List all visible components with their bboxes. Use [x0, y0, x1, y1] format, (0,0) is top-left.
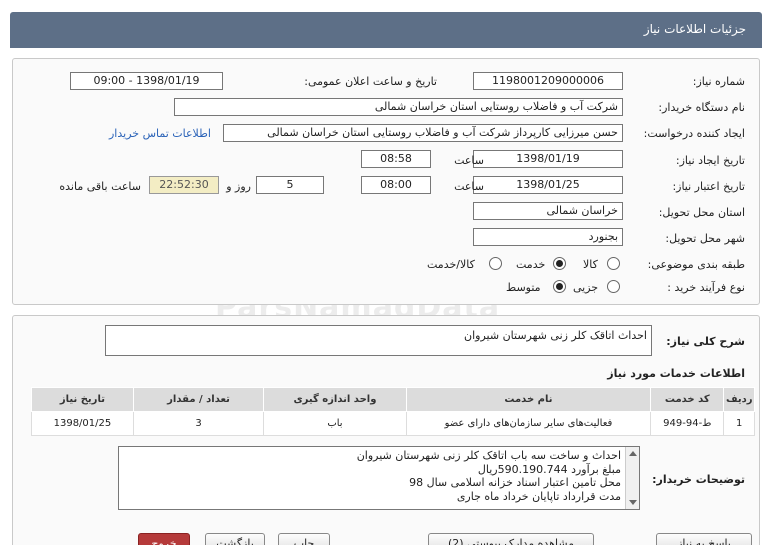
cell-quantity: 3	[132, 411, 265, 436]
services-heading: اطلاعات خدمات مورد نیاز	[607, 367, 745, 380]
created-time-field: 08:58	[361, 150, 431, 168]
category-goods-label: کالا	[583, 258, 598, 271]
cell-service-name: فعالیت‌های سایر سازمان‌های دارای عضو	[405, 411, 652, 436]
process-minor-radio[interactable]	[607, 280, 620, 293]
need-number-field: 1198001209000006	[473, 72, 623, 90]
col-quantity: تعداد / مقدار	[132, 387, 265, 412]
province-field: خراسان شمالی	[473, 202, 623, 220]
process-minor-label: جزیی	[573, 281, 599, 294]
process-label: نوع فرآیند خرید :	[667, 281, 745, 294]
table-row: 1 ط-94-949 فعالیت‌های سایر سازمان‌های دا…	[31, 411, 755, 436]
cell-need-date: 1398/01/25	[31, 411, 134, 436]
days-remaining-field: 5	[256, 176, 324, 194]
validity-date-field: 1398/01/25	[473, 176, 623, 194]
created-time-label: ساعت	[454, 154, 484, 167]
creator-field: حسن میرزایی کارپرداز شرکت آب و فاضلاب رو…	[223, 124, 623, 142]
creator-label: ایجاد کننده درخواست:	[643, 127, 745, 140]
validity-time-field: 08:00	[361, 176, 431, 194]
services-table: ردیف کد خدمت نام خدمت واحد اندازه گیری ت…	[31, 387, 755, 436]
category-goods-service-radio[interactable]	[489, 257, 502, 270]
desc-line: مدت قرارداد تاپایان خرداد ماه جاری	[456, 489, 621, 503]
desc-line: مبلغ برآورد 590.190.744ریال	[477, 462, 621, 476]
col-service-name: نام خدمت	[405, 387, 652, 412]
desc-line: احداث و ساخت سه باب اتاقک کلر زنی شهرستا…	[356, 449, 621, 462]
scroll-down-arrow-icon[interactable]	[629, 500, 637, 505]
exit-button[interactable]: خروج	[138, 533, 190, 545]
cell-unit: باب	[263, 411, 407, 436]
remaining-time-label: ساعت باقی مانده	[59, 180, 141, 193]
days-label: روز و	[226, 180, 251, 193]
scroll-up-arrow-icon[interactable]	[629, 451, 637, 456]
category-service-label: خدمت	[516, 258, 546, 271]
city-label: شهر محل تحویل:	[665, 232, 745, 245]
summary-label: شرح کلی نیاز:	[666, 335, 745, 348]
col-need-date: تاریخ نیاز	[31, 387, 134, 412]
col-unit: واحد اندازه گیری	[263, 387, 407, 412]
table-header-row: ردیف کد خدمت نام خدمت واحد اندازه گیری ت…	[31, 387, 755, 412]
services-panel: شرح کلی نیاز: احداث اتاقک کلر زنی شهرستا…	[12, 315, 760, 545]
attachments-button[interactable]: مشاهده مدارک پیوستی (2)	[428, 533, 594, 545]
print-button[interactable]: چاپ	[278, 533, 330, 545]
cell-row: 1	[723, 411, 755, 436]
buyer-org-label: نام دستگاه خریدار:	[658, 101, 745, 114]
need-details-panel: شماره نیاز: 1198001209000006 تاریخ و ساع…	[12, 58, 760, 305]
category-service-radio[interactable]	[553, 257, 566, 270]
created-date-label: تاریخ ایجاد نیاز:	[675, 154, 745, 167]
category-goods-service-label: کالا/خدمت	[427, 258, 475, 271]
desc-line: محل تامین اعتبار اسناد خزانه اسلامی سال …	[409, 476, 621, 489]
created-date-field: 1398/01/19	[473, 150, 623, 168]
title-bar: جزئیات اطلاعات نیاز	[10, 12, 762, 48]
need-number-label: شماره نیاز:	[692, 75, 745, 88]
buyer-desc-textarea[interactable]: احداث و ساخت سه باب اتاقک کلر زنی شهرستا…	[118, 446, 640, 510]
city-field: بجنورد	[473, 228, 623, 246]
page-title: جزئیات اطلاعات نیاز	[643, 22, 746, 36]
announce-label: تاریخ و ساعت اعلان عمومی:	[304, 75, 437, 88]
reply-button[interactable]: پاسخ به نیاز	[656, 533, 752, 545]
remaining-time-field: 22:52:30	[149, 176, 219, 194]
summary-field: احداث اتاقک کلر زنی شهرستان شیروان	[105, 325, 652, 356]
contact-info-link[interactable]: اطلاعات تماس خریدار	[109, 127, 211, 140]
announce-field: 1398/01/19 - 09:00	[70, 72, 223, 90]
validity-date-label: تاریخ اعتبار نیاز:	[672, 180, 745, 193]
process-medium-label: متوسط	[506, 281, 541, 294]
buyer-org-field: شرکت آب و فاضلاب روستایی استان خراسان شم…	[174, 98, 623, 116]
back-button[interactable]: بازگشت	[205, 533, 265, 545]
category-label: طبقه بندی موضوعی:	[647, 258, 745, 271]
process-medium-radio[interactable]	[553, 280, 566, 293]
desc-scrollbar[interactable]	[625, 447, 639, 509]
cell-service-code: ط-94-949	[650, 411, 725, 436]
province-label: استان محل تحویل:	[658, 206, 745, 219]
validity-time-label: ساعت	[454, 180, 484, 193]
col-row: ردیف	[723, 387, 755, 412]
buyer-desc-label: توضیحات خریدار:	[652, 473, 745, 486]
category-goods-radio[interactable]	[607, 257, 620, 270]
col-service-code: کد خدمت	[650, 387, 725, 412]
